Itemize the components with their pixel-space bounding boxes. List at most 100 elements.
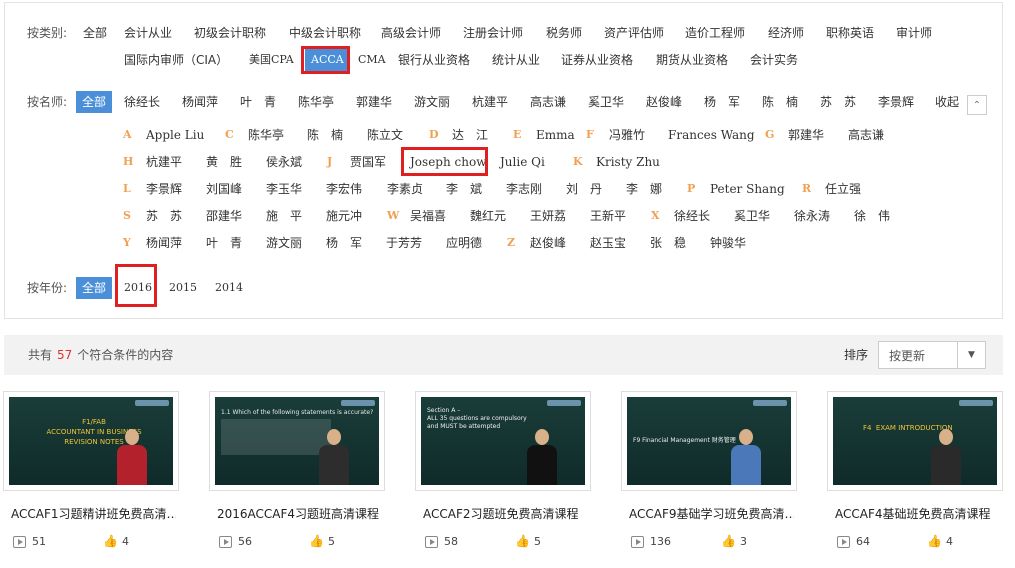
category-option[interactable]: 中级会计职称	[289, 22, 361, 44]
teacher-option[interactable]: 杨 军	[704, 91, 740, 113]
category-option[interactable]: 会计从业	[124, 22, 172, 44]
category-option[interactable]: 高级会计师	[381, 22, 441, 44]
course-card[interactable]: F4 EXAM INTRODUCTION ACCAF4基础班免费高清课程 64 …	[827, 391, 1005, 558]
teacher-name[interactable]: Peter Shang	[710, 180, 785, 198]
category-option[interactable]: 造价工程师	[685, 22, 745, 44]
teacher-name[interactable]: 侯永斌	[266, 153, 302, 171]
teacher-name[interactable]: 王新平	[590, 207, 626, 225]
category-option[interactable]: 经济师	[768, 22, 804, 44]
teacher-option-all[interactable]: 全部	[76, 91, 113, 113]
teacher-name[interactable]: Frances Wang	[668, 126, 755, 144]
teacher-name[interactable]: 李玉华	[266, 180, 302, 198]
category-option[interactable]: 银行从业资格	[398, 49, 470, 71]
collapse-chevron-up-icon[interactable]: ⌃	[967, 95, 987, 115]
teacher-option[interactable]: 陈华亭	[298, 91, 334, 113]
teacher-name[interactable]: 苏 苏	[146, 207, 182, 225]
year-option-2014[interactable]: 2014	[215, 277, 243, 299]
teacher-name[interactable]: 李 斌	[446, 180, 482, 198]
teacher-name[interactable]: 魏红元	[470, 207, 506, 225]
teacher-name[interactable]: 于芳芳	[386, 234, 422, 252]
teacher-name[interactable]: 吴福喜	[410, 207, 446, 225]
teacher-name[interactable]: 张 稳	[650, 234, 686, 252]
thumbs-up-icon[interactable]: 👍	[103, 535, 118, 548]
teacher-name[interactable]: 达 江	[452, 126, 488, 144]
course-thumbnail[interactable]: F1/FAB ACCOUNTANT IN BUSINESS REVISION N…	[3, 391, 179, 491]
course-thumbnail[interactable]: Section A – ALL 35 questions are compuls…	[415, 391, 591, 491]
category-option[interactable]: 资产评估师	[604, 22, 664, 44]
category-option[interactable]: 初级会计职称	[194, 22, 266, 44]
course-title[interactable]: ACCAF4基础班免费高清课程	[835, 505, 1000, 522]
year-option-2015[interactable]: 2015	[169, 277, 197, 299]
teacher-option[interactable]: 苏 苏	[820, 91, 856, 113]
teacher-name[interactable]: 杨 军	[326, 234, 362, 252]
teacher-name[interactable]: Emma	[536, 126, 575, 144]
category-option[interactable]: 证券从业资格	[561, 49, 633, 71]
category-option[interactable]: CMA	[358, 49, 386, 71]
teacher-option[interactable]: 奚卫华	[588, 91, 624, 113]
thumbs-up-icon[interactable]: 👍	[927, 535, 942, 548]
course-title[interactable]: ACCAF9基础学习班免费高清…	[629, 505, 794, 522]
thumbs-up-icon[interactable]: 👍	[721, 535, 736, 548]
teacher-option[interactable]: 杨闻萍	[182, 91, 218, 113]
teacher-name[interactable]: 应明德	[446, 234, 482, 252]
teacher-option[interactable]: 郭建华	[356, 91, 392, 113]
course-card[interactable]: F1/FAB ACCOUNTANT IN BUSINESS REVISION N…	[3, 391, 181, 558]
course-card[interactable]: 1.1 Which of the following statements is…	[209, 391, 387, 558]
like-count[interactable]: 👍 4	[103, 535, 129, 549]
teacher-name[interactable]: 施元冲	[326, 207, 362, 225]
course-thumbnail[interactable]: F9 Financial Management 财务管理	[621, 391, 797, 491]
teacher-name[interactable]: Apple Liu	[146, 126, 204, 144]
teacher-name[interactable]: 刘 丹	[566, 180, 602, 198]
teacher-name[interactable]: 游文丽	[266, 234, 302, 252]
collapse-link[interactable]: 收起	[935, 91, 959, 113]
teacher-name[interactable]: 郭建华	[788, 126, 824, 144]
thumbs-up-icon[interactable]: 👍	[309, 535, 324, 548]
teacher-option[interactable]: 叶 青	[240, 91, 276, 113]
teacher-name[interactable]: 李 娜	[626, 180, 662, 198]
category-option[interactable]: 美国CPA	[249, 49, 294, 71]
like-count[interactable]: 👍 5	[309, 535, 335, 549]
chevron-down-icon[interactable]: ▼	[957, 342, 985, 368]
teacher-name[interactable]: 黄 胜	[206, 153, 242, 171]
teacher-name[interactable]: 杭建平	[146, 153, 182, 171]
teacher-option[interactable]: 游文丽	[414, 91, 450, 113]
teacher-name[interactable]: 刘国峰	[206, 180, 242, 198]
teacher-name[interactable]: 李素贞	[387, 180, 423, 198]
category-option[interactable]: 审计师	[896, 22, 932, 44]
teacher-name[interactable]: Kristy Zhu	[596, 153, 660, 171]
teacher-name[interactable]: 徐永涛	[794, 207, 830, 225]
teacher-name[interactable]: 陈立文	[367, 126, 403, 144]
category-option[interactable]: 期货从业资格	[656, 49, 728, 71]
category-option[interactable]: 职称英语	[826, 22, 874, 44]
teacher-name[interactable]: Julie Qi	[500, 153, 545, 171]
teacher-name[interactable]: 叶 青	[206, 234, 242, 252]
year-option-all[interactable]: 全部	[76, 277, 113, 299]
teacher-name[interactable]: 奚卫华	[734, 207, 770, 225]
teacher-name[interactable]: 李志刚	[506, 180, 542, 198]
teacher-option[interactable]: 陈 楠	[762, 91, 798, 113]
teacher-name[interactable]: 陈华亭	[248, 126, 284, 144]
category-option[interactable]: 注册会计师	[463, 22, 523, 44]
course-thumbnail[interactable]: 1.1 Which of the following statements is…	[209, 391, 385, 491]
category-option[interactable]: 统计从业	[492, 49, 540, 71]
category-option[interactable]: 税务师	[546, 22, 582, 44]
course-card[interactable]: F9 Financial Management 财务管理 ACCAF9基础学习班…	[621, 391, 799, 558]
teacher-name[interactable]: 王妍荔	[530, 207, 566, 225]
teacher-name-highlighted[interactable]: Joseph chow	[410, 153, 486, 171]
thumbs-up-icon[interactable]: 👍	[515, 535, 530, 548]
sort-select[interactable]: 按更新 ▼	[878, 341, 986, 369]
teacher-option[interactable]: 杭建平	[472, 91, 508, 113]
category-option[interactable]: 会计实务	[750, 49, 798, 71]
course-card[interactable]: Section A – ALL 35 questions are compuls…	[415, 391, 593, 558]
teacher-name[interactable]: 赵玉宝	[590, 234, 626, 252]
teacher-name[interactable]: 钟骏华	[710, 234, 746, 252]
teacher-name[interactable]: 冯雅竹	[609, 126, 645, 144]
teacher-name[interactable]: 施 平	[266, 207, 302, 225]
teacher-name[interactable]: 徐 伟	[854, 207, 890, 225]
teacher-name[interactable]: 徐经长	[674, 207, 710, 225]
category-option[interactable]: 国际内审师（CIA）	[124, 49, 228, 71]
course-thumbnail[interactable]: F4 EXAM INTRODUCTION	[827, 391, 1003, 491]
teacher-name[interactable]: 邵建华	[206, 207, 242, 225]
teacher-name[interactable]: 贾国军	[350, 153, 386, 171]
teacher-name[interactable]: 杨闻萍	[146, 234, 182, 252]
